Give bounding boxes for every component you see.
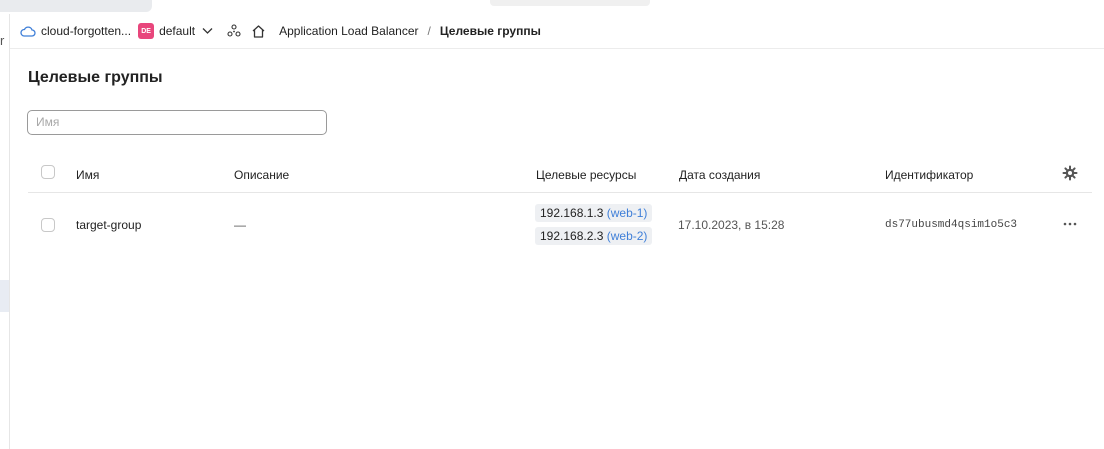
cloud-name: cloud-forgotten... [41, 24, 132, 38]
target-group-id: ds77ubusmd4qsim1o5c3 [885, 219, 1018, 231]
created-date: 17.10.2023, в 15:28 [678, 218, 785, 232]
gear-icon[interactable] [1062, 165, 1078, 181]
folder-badge: DE [138, 23, 155, 39]
cloud-icon [20, 26, 36, 37]
target-ip: 192.168.1.3 [540, 206, 604, 220]
home-icon[interactable] [251, 24, 266, 39]
target-vm-link[interactable]: (web-2) [607, 229, 648, 243]
column-targets[interactable]: Целевые ресурсы [536, 168, 636, 182]
cloud-selector[interactable]: cloud-forgotten... [10, 24, 131, 38]
target-group-name[interactable]: target-group [76, 218, 141, 232]
column-created[interactable]: Дата создания [679, 168, 760, 182]
breadcrumb-current: Целевые группы [439, 24, 541, 38]
chevron-down-icon [202, 28, 213, 34]
browser-tab-fragment [0, 0, 152, 12]
target-ip: 192.168.2.3 [540, 229, 604, 243]
folder-selector[interactable]: DE default [131, 23, 213, 39]
breadcrumb-separator: / [427, 24, 431, 38]
window-title-fragment [490, 0, 650, 6]
services-icon[interactable] [227, 24, 241, 38]
page-title: Целевые группы [28, 69, 163, 86]
sidebar-active-item-edge[interactable] [0, 280, 9, 312]
row-checkbox[interactable] [41, 218, 55, 232]
search-input[interactable] [28, 111, 316, 132]
table-row[interactable]: target-group — 192.168.1.3 (web-1) 192.1… [28, 193, 1092, 255]
target-resource-chip: 192.168.2.3 (web-2) [535, 227, 653, 245]
browser-top-strip [0, 0, 1104, 14]
column-description[interactable]: Описание [234, 168, 289, 182]
sidebar-edge: r [0, 14, 10, 449]
search-field[interactable] [27, 110, 327, 135]
top-header: cloud-forgotten... DE default Applicatio… [10, 14, 1104, 49]
folder-name: default [159, 24, 196, 38]
target-vm-link[interactable]: (web-1) [607, 206, 648, 220]
more-actions-icon[interactable] [1062, 219, 1078, 229]
column-id[interactable]: Идентификатор [885, 168, 973, 182]
breadcrumb-service[interactable]: Application Load Balancer [279, 24, 418, 38]
target-group-description: — [234, 218, 246, 232]
select-all-checkbox[interactable] [41, 165, 55, 179]
sidebar-edge-text: r [0, 33, 5, 48]
table-header: Имя Описание Целевые ресурсы Дата создан… [28, 152, 1092, 193]
target-resource-chip: 192.168.1.3 (web-1) [535, 204, 653, 222]
column-name[interactable]: Имя [76, 168, 99, 182]
